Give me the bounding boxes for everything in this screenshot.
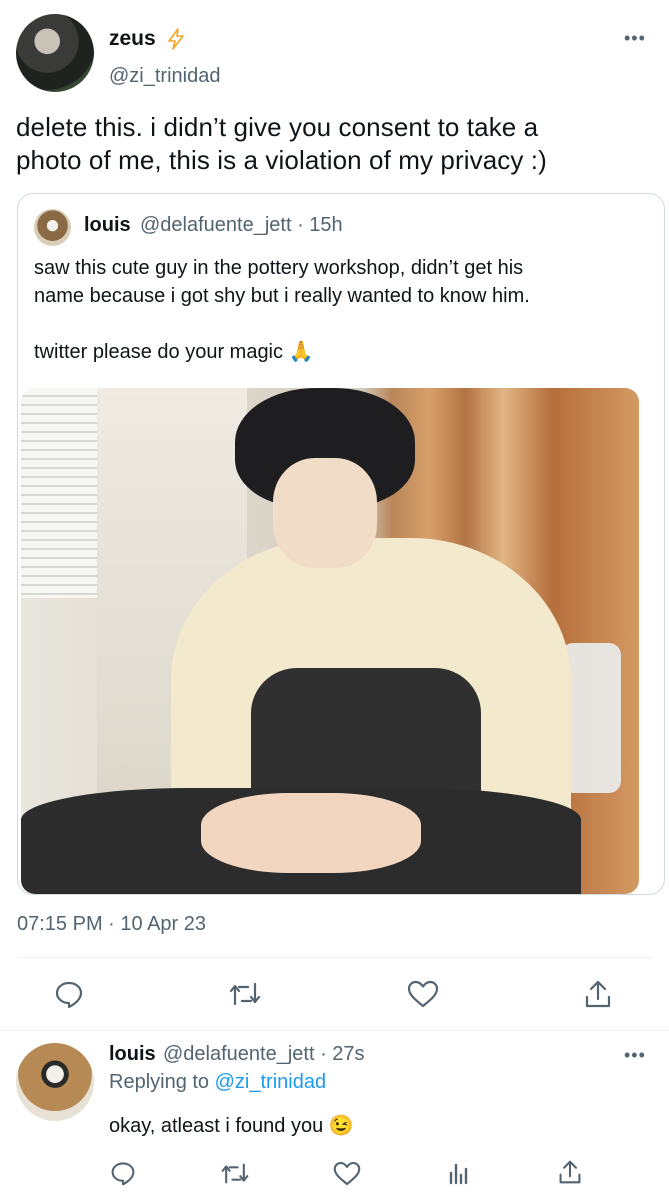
- reply-author-name[interactable]: louis: [109, 1043, 156, 1066]
- author-avatar[interactable]: [16, 14, 94, 92]
- reply-avatar[interactable]: [16, 1043, 94, 1121]
- tweet-text-line-1: delete this. i didn’t give you consent t…: [16, 112, 539, 142]
- tweet-text-line-2: photo of me, this is a violation of my p…: [16, 145, 547, 175]
- replying-to: Replying to @zi_trinidad: [109, 1071, 326, 1094]
- retweet-icon[interactable]: [228, 980, 262, 1008]
- views-icon[interactable]: [448, 1161, 470, 1185]
- quoted-author-name[interactable]: louis: [84, 214, 131, 237]
- replying-to-link[interactable]: @zi_trinidad: [215, 1071, 326, 1093]
- retweet-icon[interactable]: [220, 1161, 250, 1186]
- reply-icon[interactable]: [110, 1160, 136, 1186]
- tweet-photo[interactable]: [21, 388, 639, 894]
- photo-person-face: [273, 458, 377, 568]
- pray-emoji: 🙏: [288, 341, 314, 363]
- tweet-timestamp[interactable]: 07:15 PM · 10 Apr 23: [17, 913, 206, 936]
- author-name[interactable]: zeus: [109, 27, 156, 51]
- photo-hands: [201, 793, 421, 873]
- reply-text: okay, atleast i found you 😉: [109, 1113, 354, 1138]
- reply-icon[interactable]: [54, 979, 84, 1009]
- reply-text-content: okay, atleast i found you: [109, 1115, 324, 1137]
- quoted-text: saw this cute guy in the pottery worksho…: [34, 254, 644, 366]
- author-handle[interactable]: @zi_trinidad: [109, 65, 220, 88]
- quoted-text-line-1: saw this cute guy in the pottery worksho…: [34, 257, 524, 279]
- quoted-text-line-2: name because i got shy but i really want…: [34, 285, 530, 307]
- share-icon[interactable]: [584, 979, 612, 1009]
- quoted-avatar[interactable]: [34, 209, 71, 246]
- more-icon[interactable]: •••: [624, 28, 646, 49]
- quoted-text-line-3: twitter please do your magic 🙏: [34, 341, 314, 363]
- wink-emoji: 😉: [328, 1115, 354, 1137]
- like-icon[interactable]: [333, 1161, 361, 1186]
- photo-blinds: [21, 388, 97, 598]
- share-icon[interactable]: [558, 1159, 582, 1185]
- reply-handle-time: @delafuente_jett · 27s: [163, 1043, 365, 1065]
- lightning-icon: [166, 28, 186, 55]
- like-icon[interactable]: [407, 980, 439, 1008]
- quoted-handle-time: @delafuente_jett · 15h: [140, 214, 343, 236]
- divider: [17, 957, 653, 958]
- more-icon[interactable]: •••: [624, 1045, 646, 1066]
- divider: [0, 1030, 669, 1031]
- quoted-tweet-card[interactable]: louis @delafuente_jett · 15h saw this cu…: [17, 193, 665, 895]
- replying-prefix: Replying to: [109, 1071, 210, 1093]
